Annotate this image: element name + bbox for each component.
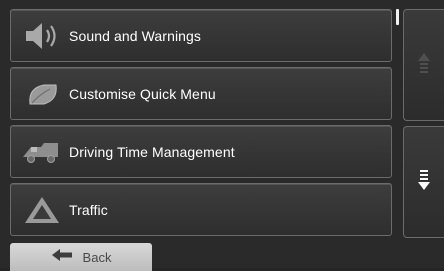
menu-item-label: Sound and Warnings — [69, 27, 202, 44]
scroll-down-arrow-icon — [417, 168, 431, 197]
menu-item-sound-and-warnings[interactable]: Sound and Warnings — [10, 9, 392, 62]
traffic-triangle-icon — [19, 190, 65, 230]
settings-screen: Sound and Warnings Customise Quick Menu — [0, 0, 444, 271]
menu-item-driving-time-management[interactable]: Driving Time Management — [10, 125, 392, 178]
back-label: Back — [82, 249, 112, 265]
menu-item-label: Driving Time Management — [69, 143, 235, 160]
scroll-up-arrow-icon — [417, 51, 431, 80]
menu-item-label: Customise Quick Menu — [69, 85, 216, 102]
menu-item-label: Traffic — [69, 201, 108, 218]
menu-item-customise-quick-menu[interactable]: Customise Quick Menu — [10, 67, 392, 120]
scroll-up-button[interactable] — [403, 9, 444, 121]
menu-item-traffic[interactable]: Traffic — [10, 183, 392, 236]
speaker-icon — [19, 16, 65, 56]
back-button[interactable]: Back — [10, 243, 152, 271]
quick-menu-leaf-icon — [19, 74, 65, 114]
scroll-down-button[interactable] — [403, 126, 444, 238]
truck-icon — [19, 132, 65, 172]
scroll-position-indicator[interactable] — [396, 9, 399, 25]
back-arrow-icon — [51, 248, 73, 267]
